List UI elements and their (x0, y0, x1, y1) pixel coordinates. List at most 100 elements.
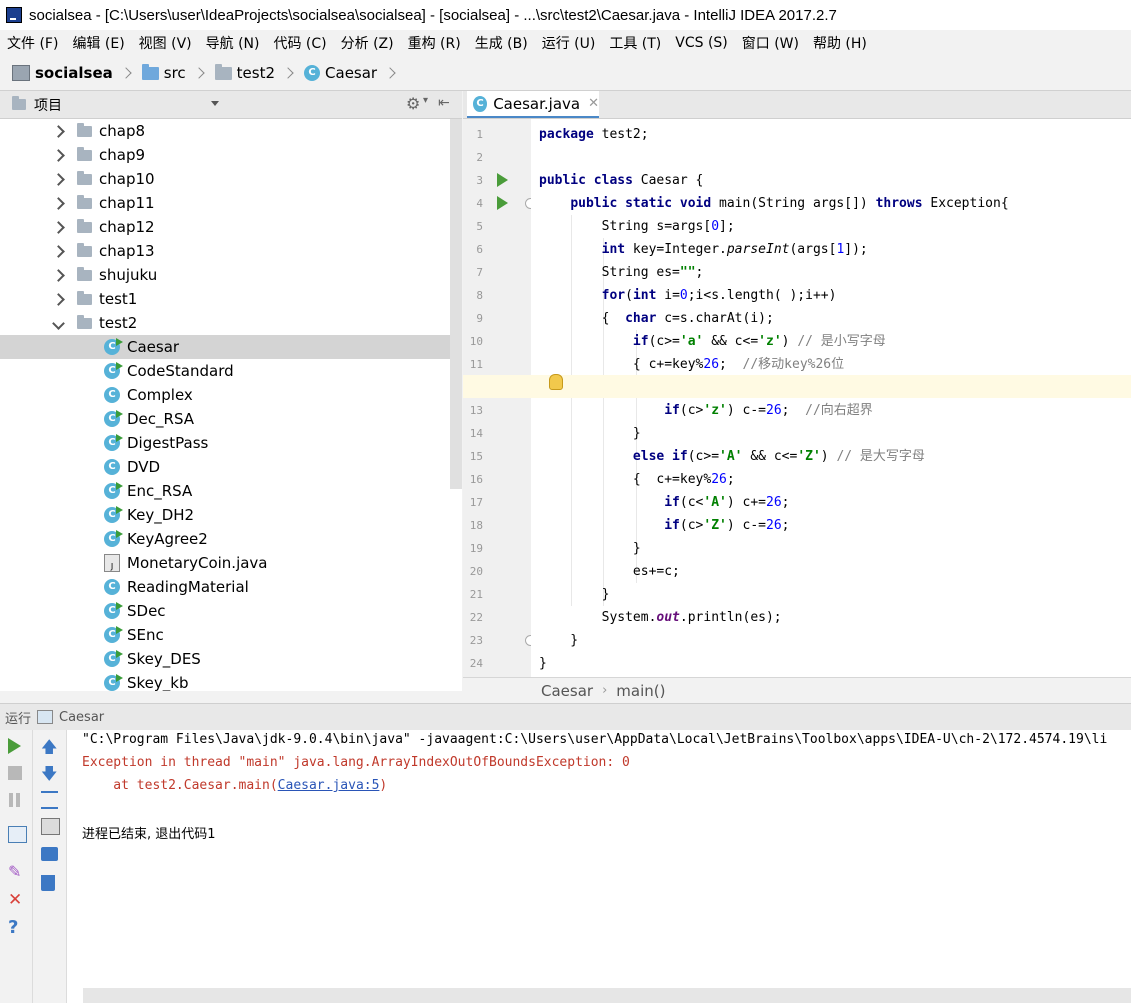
tree-item[interactable]: C KeyAgree2 (0, 527, 450, 551)
rerun-icon[interactable] (8, 738, 21, 754)
tree-item[interactable]: C Enc_RSA (0, 479, 450, 503)
stack-trace-link[interactable]: Caesar.java:5 (278, 778, 380, 793)
chevron-right-icon[interactable] (52, 148, 65, 162)
chevron-right-icon[interactable] (52, 292, 65, 306)
line-number: 21 (469, 588, 483, 601)
menu-item[interactable]: 文件 (F) (0, 33, 65, 53)
run-gutter-icon[interactable] (497, 173, 508, 187)
close-icon[interactable]: ✕ (8, 890, 25, 910)
breadcrumb-src[interactable]: src (130, 63, 205, 82)
menu-item[interactable]: 重构 (R) (401, 33, 468, 53)
class-icon: C (104, 434, 123, 451)
tab-caesar-java[interactable]: C Caesar.java ✕ (467, 91, 599, 118)
chevron-right-icon[interactable] (52, 172, 65, 186)
gear-dropdown-icon[interactable]: ▾ (423, 95, 428, 106)
tree-item[interactable]: shujuku (0, 263, 450, 287)
menu-item[interactable]: 运行 (U) (535, 33, 603, 53)
package-icon (77, 194, 92, 209)
close-icon[interactable]: ✕ (588, 96, 599, 111)
print-icon[interactable] (41, 847, 58, 861)
tree-item[interactable]: C SDec (0, 599, 450, 623)
line-number: 3 (476, 174, 483, 187)
tree-item[interactable]: C Key_DH2 (0, 503, 450, 527)
tree-item[interactable]: C SEnc (0, 623, 450, 647)
project-panel-title[interactable]: 项目 (34, 95, 62, 115)
tree-item[interactable]: C CodeStandard (0, 359, 450, 383)
pause-icon[interactable] (8, 793, 22, 807)
chevron-right-icon[interactable] (52, 268, 65, 282)
run-tab-label[interactable]: Caesar (59, 710, 104, 725)
menu-item[interactable]: 分析 (Z) (334, 33, 401, 53)
console-stack-line: at test2.Caesar.main(Caesar.java:5) (82, 778, 387, 793)
code-token: (c< (679, 495, 704, 510)
restore-layout-icon[interactable] (8, 826, 27, 843)
code-token: i= (656, 288, 680, 303)
chevron-down-icon[interactable] (52, 316, 65, 330)
tree-item[interactable]: chap11 (0, 191, 450, 215)
chevron-right-icon[interactable] (52, 196, 65, 210)
tree-scrollbar[interactable] (450, 119, 462, 489)
code-token: ; (726, 472, 735, 487)
chevron-right-icon[interactable] (52, 124, 65, 138)
menu-item[interactable]: 代码 (C) (266, 33, 333, 53)
tree-item-label: SEnc (127, 626, 164, 644)
soft-wrap-icon[interactable] (41, 791, 58, 809)
menu-item[interactable]: VCS (S) (668, 35, 735, 51)
code-token: ( (625, 288, 633, 303)
breadcrumb-method[interactable]: main() (616, 682, 665, 700)
chevron-right-icon[interactable] (52, 244, 65, 258)
breadcrumb-file[interactable]: C Caesar (292, 64, 396, 82)
tree-item[interactable]: C Skey_kb (0, 671, 450, 691)
code-line: } (539, 537, 641, 560)
tree-item[interactable]: chap13 (0, 239, 450, 263)
hide-panel-icon[interactable]: ⇤ (438, 95, 450, 111)
console-output[interactable]: "C:\Program Files\Java\jdk-9.0.4\bin\jav… (67, 730, 1131, 1003)
console-horizontal-scrollbar[interactable] (83, 988, 1131, 1003)
code-editor[interactable]: package test2; public class Caesar { publ… (531, 119, 1131, 677)
menu-item[interactable]: 编辑 (E) (65, 33, 131, 53)
code-token: char (625, 311, 657, 326)
scroll-to-end-icon[interactable] (41, 818, 60, 835)
help-icon[interactable]: ? (8, 917, 25, 938)
tree-item[interactable]: C Skey_DES (0, 647, 450, 671)
menu-item[interactable]: 帮助 (H) (806, 33, 874, 53)
class-icon: C (104, 650, 123, 667)
tree-item[interactable]: chap9 (0, 143, 450, 167)
run-gutter-icon[interactable] (497, 196, 508, 210)
tree-item[interactable]: chap12 (0, 215, 450, 239)
breadcrumb-project[interactable]: socialsea (0, 64, 132, 82)
tree-item[interactable]: test1 (0, 287, 450, 311)
gear-icon[interactable]: ⚙ (406, 94, 420, 113)
stop-icon[interactable] (8, 766, 22, 780)
tree-item-label: Dec_RSA (127, 410, 195, 428)
tree-item[interactable]: C DVD (0, 455, 450, 479)
tree-item[interactable]: chap10 (0, 167, 450, 191)
code-token: Caesar { (632, 173, 704, 188)
pin-icon[interactable]: ✎ (8, 862, 25, 881)
menu-item[interactable]: 视图 (V) (132, 33, 199, 53)
tree-item[interactable]: C Complex (0, 383, 450, 407)
tree-item[interactable]: C Caesar (0, 335, 450, 359)
tree-item[interactable]: chap8 (0, 119, 450, 143)
code-token: && c<= (742, 449, 798, 464)
tree-item[interactable]: test2 (0, 311, 450, 335)
tree-item[interactable]: C Dec_RSA (0, 407, 450, 431)
breadcrumb-package[interactable]: test2 (203, 63, 294, 82)
menu-item[interactable]: 导航 (N) (199, 33, 267, 53)
menu-item[interactable]: 窗口 (W) (735, 33, 806, 53)
menu-item[interactable]: 工具 (T) (602, 33, 668, 53)
line-number: 23 (469, 634, 483, 647)
lightbulb-icon[interactable] (549, 374, 563, 390)
arrow-down-icon[interactable]: 🡇 (41, 763, 58, 783)
menu-item[interactable]: 生成 (B) (468, 33, 535, 53)
trash-icon[interactable] (41, 875, 55, 891)
chevron-right-icon[interactable] (52, 220, 65, 234)
arrow-up-icon[interactable]: 🡅 (41, 736, 58, 756)
view-dropdown-icon[interactable] (211, 101, 219, 106)
tree-item[interactable]: J MonetaryCoin.java (0, 551, 450, 575)
code-line: } (539, 583, 610, 606)
breadcrumb-class[interactable]: Caesar (541, 682, 593, 700)
tree-item[interactable]: C ReadingMaterial (0, 575, 450, 599)
tree-item[interactable]: C DigestPass (0, 431, 450, 455)
class-icon: C (104, 459, 120, 475)
